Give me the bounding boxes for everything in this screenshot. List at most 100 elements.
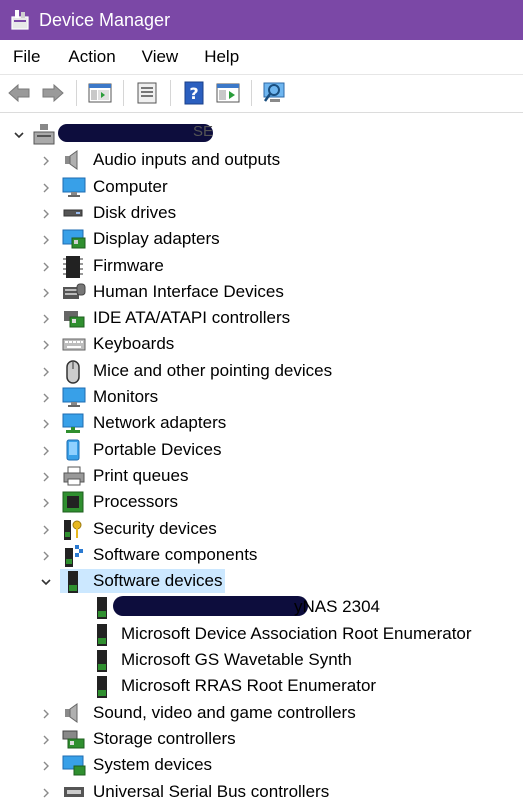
tree-category-human-interface-devices[interactable]: Human Interface Devices (0, 279, 523, 305)
tree-root-row[interactable]: SE (0, 121, 523, 147)
tree-category-disk-drives[interactable]: Disk drives (0, 200, 523, 226)
tree-category-label: Software components (93, 542, 257, 568)
chevron-down-icon[interactable] (39, 574, 53, 588)
tree-category-firmware[interactable]: Firmware (0, 253, 523, 279)
tree-category-keyboards[interactable]: Keyboards (0, 331, 523, 357)
chevron-right-icon[interactable] (39, 337, 53, 351)
tree-category-label: Display adapters (93, 226, 220, 252)
system-device-icon (62, 754, 84, 776)
menu-help[interactable]: Help (191, 40, 252, 74)
tree-device-row[interactable]: Microsoft Device Association Root Enumer… (0, 621, 523, 647)
tree-category-software-components[interactable]: Software components (0, 542, 523, 568)
chevron-right-icon[interactable] (39, 285, 53, 299)
tree-category-system-devices[interactable]: System devices (0, 752, 523, 778)
toolbar-separator (251, 80, 252, 106)
chevron-right-icon[interactable] (39, 390, 53, 404)
tree-device-row[interactable]: Microsoft GS Wavetable Synth (0, 647, 523, 673)
tree-category-sound-video-and-game-controllers[interactable]: Sound, video and game controllers (0, 700, 523, 726)
menu-bar: File Action View Help (0, 40, 523, 74)
properties-icon[interactable] (134, 80, 160, 106)
chevron-right-icon[interactable] (39, 522, 53, 536)
firmware-chip-icon (62, 255, 84, 277)
menu-action[interactable]: Action (55, 40, 128, 74)
tree-category-label: Computer (93, 174, 168, 200)
toolbar: ? (0, 74, 523, 111)
tree-category-security-devices[interactable]: Security devices (0, 516, 523, 542)
tree-category-label: Software devices (93, 568, 222, 594)
tree-category-portable-devices[interactable]: Portable Devices (0, 437, 523, 463)
chevron-right-icon[interactable] (39, 416, 53, 430)
tree-category-label: Firmware (93, 253, 164, 279)
tree-category-ide-ata-atapi-controllers[interactable]: IDE ATA/ATAPI controllers (0, 305, 523, 331)
tree-category-software-devices[interactable]: Software devices (0, 568, 523, 594)
chevron-right-icon[interactable] (39, 206, 53, 220)
help-icon[interactable]: ? (181, 80, 207, 106)
tree-category-display-adapters[interactable]: Display adapters (0, 226, 523, 252)
forward-arrow-icon[interactable] (40, 80, 66, 106)
menu-file[interactable]: File (0, 40, 55, 74)
chevron-right-icon[interactable] (39, 311, 53, 325)
chevron-right-icon[interactable] (39, 232, 53, 246)
chevron-right-icon[interactable] (39, 785, 53, 799)
tree-category-universal-serial-bus-controllers[interactable]: Universal Serial Bus controllers (0, 779, 523, 801)
show-hide-console-tree-icon[interactable] (87, 80, 113, 106)
tree-category-computer[interactable]: Computer (0, 174, 523, 200)
tree-category-storage-controllers[interactable]: Storage controllers (0, 726, 523, 752)
display-adapter-icon (62, 228, 84, 250)
chevron-right-icon[interactable] (39, 495, 53, 509)
tree-category-label: Security devices (93, 516, 217, 542)
chevron-down-icon[interactable] (12, 127, 26, 141)
scan-hardware-changes-icon[interactable] (262, 80, 288, 106)
redacted-device-name (113, 596, 308, 616)
tree-category-label: Monitors (93, 384, 158, 410)
tree-category-mice-and-other-pointing-devices[interactable]: Mice and other pointing devices (0, 358, 523, 384)
tree-category-print-queues[interactable]: Print queues (0, 463, 523, 489)
monitor-icon (62, 386, 84, 408)
tree-category-network-adapters[interactable]: Network adapters (0, 410, 523, 436)
tree-device-row[interactable]: yNAS 2304 (0, 594, 523, 620)
tree-category-label: IDE ATA/ATAPI controllers (93, 305, 290, 331)
tree-category-audio-inputs-and-outputs[interactable]: Audio inputs and outputs (0, 147, 523, 173)
tree-category-label: Universal Serial Bus controllers (93, 779, 329, 801)
tree-category-label: Network adapters (93, 410, 226, 436)
window-title: Device Manager (39, 10, 170, 31)
chevron-right-icon[interactable] (39, 548, 53, 562)
chevron-right-icon[interactable] (39, 469, 53, 483)
chevron-right-icon[interactable] (39, 259, 53, 273)
tree-device-label: Microsoft Device Association Root Enumer… (121, 621, 472, 647)
ide-controller-icon (62, 307, 84, 329)
keyboard-icon (62, 333, 84, 355)
tree-category-label: System devices (93, 752, 212, 778)
chevron-right-icon[interactable] (39, 180, 53, 194)
software-component-icon (62, 544, 84, 566)
device-tree: SEAudio inputs and outputsComputerDisk d… (0, 112, 523, 801)
sound-video-icon (62, 702, 84, 724)
tree-category-processors[interactable]: Processors (0, 489, 523, 515)
usb-icon (62, 781, 84, 801)
chevron-right-icon[interactable] (39, 758, 53, 772)
back-arrow-icon[interactable] (6, 80, 32, 106)
tree-category-label: Processors (93, 489, 178, 515)
tree-category-label: Portable Devices (93, 437, 222, 463)
chevron-right-icon[interactable] (39, 153, 53, 167)
menu-view[interactable]: View (129, 40, 192, 74)
toolbar-separator (170, 80, 171, 106)
chevron-right-icon[interactable] (39, 364, 53, 378)
storage-controller-icon (62, 728, 84, 750)
mouse-icon (62, 360, 84, 382)
tree-device-row[interactable]: Microsoft RRAS Root Enumerator (0, 673, 523, 699)
chevron-right-icon[interactable] (39, 732, 53, 746)
chevron-right-icon[interactable] (39, 443, 53, 457)
run-action-icon[interactable] (215, 80, 241, 106)
tree-category-label: Storage controllers (93, 726, 236, 752)
software-device-icon (91, 623, 113, 645)
chevron-right-icon[interactable] (39, 706, 53, 720)
tree-category-monitors[interactable]: Monitors (0, 384, 523, 410)
computer-root-icon (32, 123, 54, 145)
tree-category-label: Disk drives (93, 200, 176, 226)
tree-category-label: Print queues (93, 463, 188, 489)
tree-category-label: Audio inputs and outputs (93, 147, 280, 173)
speaker-icon (62, 149, 84, 171)
tree-device-label: yNAS 2304 (294, 594, 380, 620)
tree-category-label: Mice and other pointing devices (93, 358, 332, 384)
